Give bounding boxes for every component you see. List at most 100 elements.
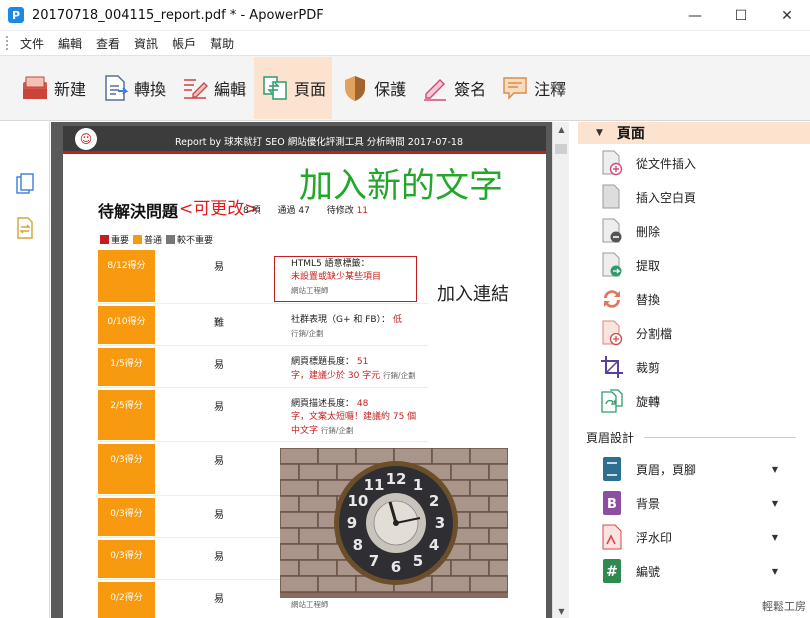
page-label: 頁面	[294, 80, 327, 99]
watermark-button[interactable]: 浮水印 ▼	[600, 522, 800, 552]
insert-from-file-button[interactable]: 從文件插入	[600, 148, 800, 178]
annotate-button[interactable]: 注釋	[494, 57, 572, 119]
sign-button[interactable]: 簽名	[414, 57, 492, 119]
clock-number: 7	[369, 552, 379, 570]
numbering-button[interactable]: # 編號 ▼	[600, 556, 800, 586]
added-text[interactable]: 加入新的文字	[299, 158, 503, 207]
numbering-dropdown-icon[interactable]: ▼	[772, 567, 778, 576]
replace-page-button[interactable]: 替換	[600, 284, 800, 314]
protect-button[interactable]: 保護	[334, 57, 412, 119]
clock-number: 10	[347, 492, 368, 510]
table-row: 1/5得分 易 網頁標題長度： 51 字，建議少於 30 字元 行銷/企劃	[98, 348, 428, 388]
bookmarks-icon[interactable]	[14, 216, 36, 240]
row-difficulty: 易	[214, 262, 224, 273]
row-description: 網頁描述長度： 48 字，文案太短囉！建議約 75 個中文字 行銷/企劃	[291, 398, 421, 438]
annotation-box[interactable]	[274, 256, 417, 302]
split-file-button[interactable]: 分割檔	[600, 318, 800, 348]
background-dropdown-icon[interactable]: ▼	[772, 499, 778, 508]
maximize-button[interactable]: ☐	[718, 0, 764, 31]
site-watermark: 輕鬆工房	[762, 600, 806, 613]
extract-page-button[interactable]: 提取	[600, 250, 800, 280]
menu-edit[interactable]: 編輯	[58, 35, 82, 52]
convert-button[interactable]: 轉換	[94, 57, 172, 119]
watermark-icon	[600, 523, 624, 551]
window-title: 20170718_004115_report.pdf * - ApowerPDF	[32, 7, 324, 23]
svg-text:#: #	[606, 564, 618, 580]
legend-important: 重要	[111, 236, 130, 246]
background-button[interactable]: B 背景 ▼	[600, 488, 800, 518]
row-description: 網頁標題長度： 51 字，建議少於 30 字元 行銷/企劃	[291, 356, 431, 383]
new-button[interactable]: 新建	[14, 57, 92, 119]
clock-number: 11	[364, 476, 385, 494]
scroll-up-icon[interactable]: ▲	[553, 122, 570, 136]
clock-number: 4	[429, 536, 439, 554]
inserted-clock-image[interactable]: 12 1 2 3 4 5 6 7 8 9 10 11	[280, 448, 508, 598]
report-header-text: Report by 球來就打 SEO 網站優化評測工具 分析時間 2017-07…	[175, 137, 463, 148]
clock-number: 12	[386, 470, 407, 488]
crop-button[interactable]: 裁剪	[600, 352, 800, 382]
page-panel-title: 頁面	[616, 126, 645, 142]
row-title: 網頁描述長度：	[291, 399, 355, 409]
replace-page-label: 替換	[636, 292, 661, 307]
table-row: 2/5得分 易 網頁描述長度： 48 字，文案太短囉！建議約 75 個中文字 行…	[98, 390, 428, 442]
row-difficulty: 易	[214, 594, 224, 605]
report-logo-icon: ☺	[75, 127, 97, 150]
menu-file[interactable]: 文件	[20, 35, 44, 52]
scroll-thumb[interactable]	[555, 144, 567, 154]
insert-blank-page-button[interactable]: 插入空白頁	[600, 182, 800, 212]
extract-page-icon	[600, 251, 624, 279]
svg-text:B: B	[607, 497, 617, 512]
header-footer-label: 頁眉，頁腳	[636, 462, 697, 477]
menu-account[interactable]: 帳戶	[172, 35, 196, 52]
header-footer-dropdown-icon[interactable]: ▼	[772, 465, 778, 474]
edit-button[interactable]: 編輯	[174, 57, 252, 119]
numbering-label: 編號	[636, 564, 661, 579]
edit-icon	[180, 73, 210, 103]
main-toolbar: 新建 轉換 編輯 頁面 保護 簽名 注釋	[0, 55, 810, 121]
extract-page-label: 提取	[636, 258, 661, 273]
watermark-dropdown-icon[interactable]: ▼	[772, 533, 778, 542]
page-button[interactable]: 頁面	[254, 57, 333, 119]
report-header: ☺ Report by 球來就打 SEO 網站優化評測工具 分析時間 2017-…	[63, 126, 546, 154]
header-design-section: 頁眉設計	[586, 429, 796, 446]
menu-info[interactable]: 資訊	[134, 35, 158, 52]
clock-number: 9	[347, 514, 357, 532]
collapse-arrow-icon[interactable]: ▼	[596, 128, 603, 138]
page-icon	[260, 73, 290, 103]
clock-number: 8	[353, 536, 363, 554]
legend: 重要 普通 較不重要	[98, 233, 213, 246]
row-title: 社群表現（G+ 和 FB）：	[291, 315, 391, 325]
document-viewer[interactable]: ☺ Report by 球來就打 SEO 網站優化評測工具 分析時間 2017-…	[51, 122, 552, 618]
section-divider	[644, 437, 796, 438]
menu-view[interactable]: 查看	[96, 35, 120, 52]
row-highlight: 字，文案太短囉！建議約 75 個中文字	[291, 412, 417, 436]
header-footer-button[interactable]: 頁眉，頁腳 ▼	[600, 454, 800, 484]
delete-page-button[interactable]: 刪除	[600, 216, 800, 246]
rotate-button[interactable]: 旋轉	[600, 386, 800, 416]
counts-line: 8 項 通過 47 待修改 11	[243, 203, 368, 216]
delete-page-icon	[600, 217, 624, 245]
thumbnails-icon[interactable]	[14, 172, 36, 196]
items-tail: 8 項	[243, 206, 261, 216]
row-score: 1/5得分	[98, 348, 155, 387]
added-link[interactable]: 加入連結	[437, 280, 509, 306]
scroll-down-icon[interactable]: ▼	[553, 604, 570, 618]
title-bar: P 20170718_004115_report.pdf * - ApowerP…	[0, 0, 810, 31]
new-file-icon	[20, 73, 50, 103]
page-panel-header[interactable]: ▼ 頁面	[578, 122, 810, 144]
document-scrollbar[interactable]: ▲ ▼	[552, 122, 569, 618]
delete-page-label: 刪除	[636, 224, 661, 239]
numbering-icon: #	[600, 557, 624, 585]
minimize-button[interactable]: —	[672, 0, 718, 31]
shield-icon	[340, 73, 370, 103]
row-value: 48	[356, 399, 369, 409]
clock-number: 6	[391, 558, 401, 576]
pdf-page[interactable]: ☺ Report by 球來就打 SEO 網站優化評測工具 分析時間 2017-…	[63, 126, 546, 618]
row-difficulty: 難	[214, 318, 224, 329]
insert-from-file-icon	[600, 149, 624, 177]
close-button[interactable]: ✕	[764, 0, 810, 31]
convert-label: 轉換	[134, 80, 167, 99]
menu-help[interactable]: 幫助	[210, 35, 234, 52]
menu-grip	[6, 36, 10, 50]
clock-number: 1	[413, 476, 423, 494]
